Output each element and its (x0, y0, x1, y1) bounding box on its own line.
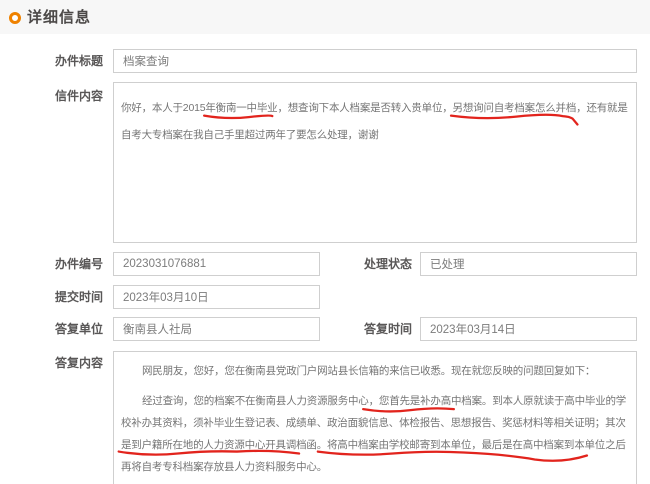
number-input[interactable] (113, 252, 320, 276)
title-input[interactable] (113, 49, 637, 73)
red-underline-annotation (449, 113, 579, 126)
field-label-submit-time: 提交时间 (54, 290, 103, 304)
reply-unit-input[interactable] (113, 317, 320, 341)
section-title: 详细信息 (27, 9, 92, 26)
submit-time-input[interactable] (113, 285, 320, 309)
reply-paragraph: 经过查询，您的档案不在衡南县人力资源服务中心，您首先是补办高中档案。到本人原就读… (121, 395, 627, 473)
status-input[interactable] (420, 252, 637, 276)
field-label-title: 办件标题 (54, 54, 103, 68)
letter-content-text: 你好，本人于2015年衡南一中毕业，想查询下本人档案是否转入贵单位，另想询问自考… (121, 102, 628, 141)
reply-paragraph: 网民朋友，您好，您在衡南县党政门户网站县长信箱的来信已收悉。现在就您反映的问题回… (142, 365, 596, 377)
orange-ring-bullet-icon (9, 12, 21, 24)
reply-time-input[interactable] (420, 317, 637, 341)
field-label-number: 办件编号 (54, 257, 103, 271)
red-underline-annotation (203, 114, 274, 120)
field-label-reply-time: 答复时间 (363, 322, 412, 336)
field-label-letter: 信件内容 (54, 89, 103, 103)
field-label-status: 处理状态 (363, 257, 412, 271)
reply-content-box[interactable]: 网民朋友，您好，您在衡南县党政门户网站县长信箱的来信已收悉。现在就您反映的问题回… (113, 351, 637, 484)
letter-content-box[interactable]: 你好，本人于2015年衡南一中毕业，想查询下本人档案是否转入贵单位，另想询问自考… (113, 82, 637, 243)
field-label-reply-content: 答复内容 (54, 356, 103, 370)
detail-info-page: 详细信息 办件标题 信件内容 你好，本人于2015年衡南一中毕业，想查询下本人档… (0, 0, 650, 484)
field-label-reply-unit: 答复单位 (54, 322, 103, 336)
section-header: 详细信息 (0, 0, 650, 34)
